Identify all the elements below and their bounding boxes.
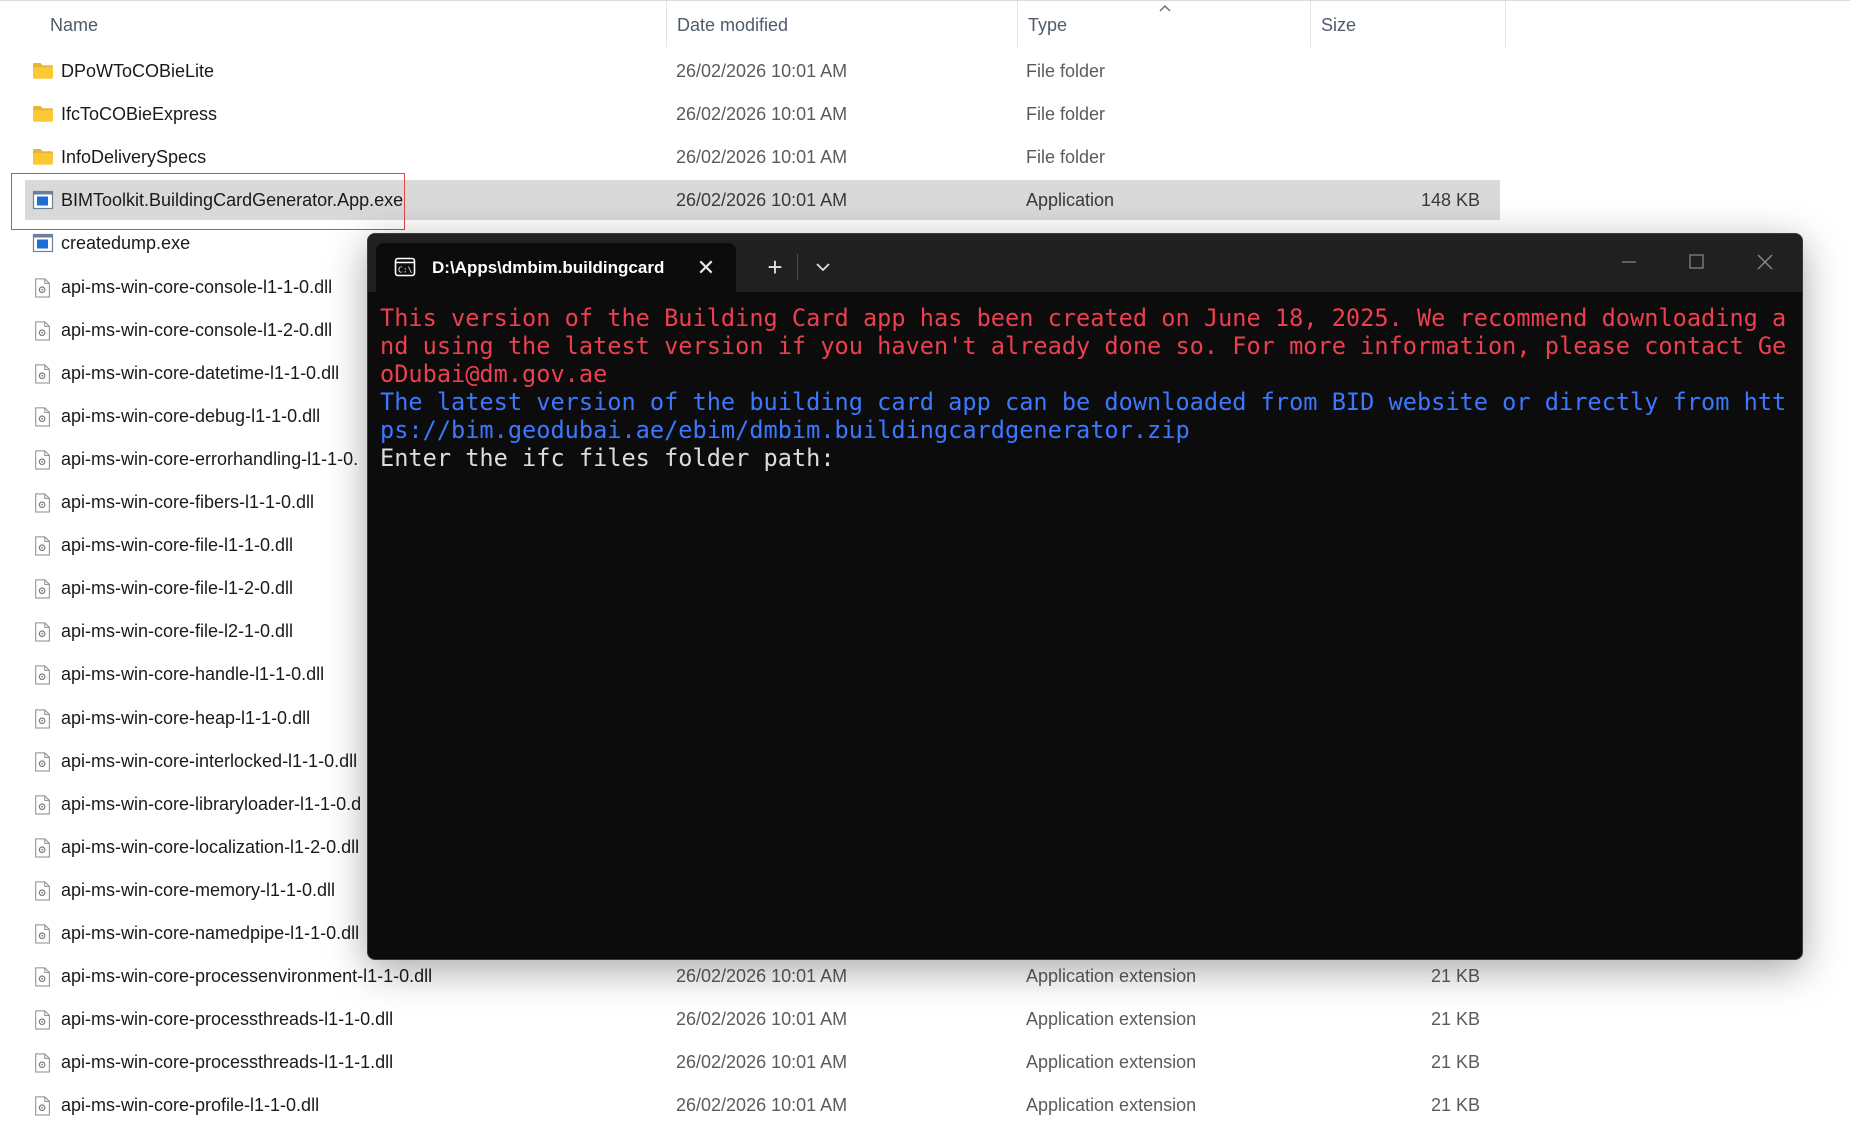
column-header-size[interactable]: Size bbox=[1311, 1, 1506, 47]
file-size bbox=[1235, 94, 1480, 134]
file-name: api-ms-win-core-interlocked-l1-1-0.dll bbox=[61, 751, 358, 771]
file-name: InfoDeliverySpecs bbox=[61, 147, 207, 167]
file-row[interactable]: api-ms-win-core-processthreads-l1-1-0.dl… bbox=[25, 999, 1500, 1039]
file-name: api-ms-win-core-heap-l1-1-0.dll bbox=[61, 708, 311, 728]
file-name: api-ms-win-core-memory-l1-1-0.dll bbox=[61, 880, 336, 900]
terminal-output[interactable]: This version of the Building Card app ha… bbox=[380, 304, 1790, 472]
file-name: api-ms-win-core-namedpipe-l1-1-0.dll bbox=[61, 923, 360, 943]
terminal-titlebar[interactable]: C:\ D:\Apps\dmbim.buildingcard ✕ + bbox=[368, 234, 1802, 292]
file-row[interactable]: DPoWToCOBieLite 26/02/2026 10:01 AM File f… bbox=[25, 51, 1500, 91]
file-name: api-ms-win-core-localization-l1-2-0.dll bbox=[61, 837, 360, 857]
file-name: api-ms-win-core-processenvironment-l1-1-… bbox=[61, 966, 433, 986]
terminal-line: ps://bim.geodubai.ae/ebim/dmbim.building… bbox=[380, 416, 1190, 444]
file-name: api-ms-win-core-file-l1-2-0.dll bbox=[61, 578, 294, 598]
file-name: api-ms-win-core-console-l1-1-0.dll bbox=[61, 277, 333, 297]
file-type: Application extension bbox=[1026, 1095, 1197, 1115]
file-type: Application extension bbox=[1026, 1009, 1197, 1029]
terminal-tab[interactable]: C:\ D:\Apps\dmbim.buildingcard ✕ bbox=[376, 243, 736, 292]
file-name: api-ms-win-core-libraryloader-l1-1-0.d bbox=[61, 794, 362, 814]
column-header-name[interactable]: Name bbox=[40, 1, 667, 47]
file-date-modified: 26/02/2026 10:01 AM bbox=[676, 1009, 848, 1029]
chevron-down-icon[interactable] bbox=[806, 250, 840, 284]
file-date-modified: 26/02/2026 10:01 AM bbox=[676, 1052, 848, 1072]
file-size: 21 KB bbox=[1430, 1095, 1480, 1115]
file-name: api-ms-win-core-file-l2-1-0.dll bbox=[61, 621, 294, 641]
terminal-line: nd using the latest version if you haven… bbox=[380, 332, 1787, 360]
file-row[interactable]: IfcToCOBieExpress 26/02/2026 10:01 AM File… bbox=[25, 94, 1500, 134]
file-type: File folder bbox=[1026, 104, 1106, 124]
terminal-line: Enter the ifc files folder path: bbox=[380, 444, 835, 472]
file-size: 21 KB bbox=[1430, 1009, 1480, 1029]
sort-ascending-icon bbox=[1159, 5, 1171, 12]
file-name: api-ms-win-core-fibers-l1-1-0.dll bbox=[61, 492, 315, 512]
maximize-icon[interactable] bbox=[1662, 234, 1730, 290]
terminal-line: oDubai@dm.gov.ae bbox=[380, 360, 608, 388]
minimize-icon[interactable] bbox=[1594, 234, 1662, 290]
file-name: api-ms-win-core-processthreads-l1-1-1.dl… bbox=[61, 1052, 394, 1072]
file-date-modified: 26/02/2026 10:01 AM bbox=[676, 1095, 848, 1115]
file-name: api-ms-win-core-datetime-l1-1-0.dll bbox=[61, 363, 340, 383]
file-size: 21 KB bbox=[1430, 1052, 1480, 1072]
svg-text:C:\: C:\ bbox=[398, 266, 413, 275]
file-name: api-ms-win-core-profile-l1-1-0.dll bbox=[61, 1095, 320, 1115]
tab-close-button[interactable]: ✕ bbox=[694, 256, 718, 280]
file-name: api-ms-win-core-processthreads-l1-1-0.dl… bbox=[61, 1009, 394, 1029]
file-date-modified: 26/02/2026 10:01 AM bbox=[676, 61, 848, 81]
file-date-modified: 26/02/2026 10:01 AM bbox=[676, 147, 848, 167]
file-date-modified: 26/02/2026 10:01 AM bbox=[676, 190, 848, 210]
column-header-date-modified[interactable]: Date modified bbox=[667, 1, 1018, 47]
file-row[interactable]: api-ms-win-core-profile-l1-1-0.dll 26/02/… bbox=[25, 1085, 1500, 1125]
terminal-tab-title: D:\Apps\dmbim.buildingcard bbox=[432, 258, 665, 277]
file-name: api-ms-win-core-console-l1-2-0.dll bbox=[61, 320, 333, 340]
file-type: File folder bbox=[1026, 147, 1106, 167]
file-name: api-ms-win-core-handle-l1-1-0.dll bbox=[61, 664, 325, 684]
file-type: Application extension bbox=[1026, 1052, 1197, 1072]
file-row[interactable]: InfoDeliverySpecs 26/02/2026 10:01 AM File… bbox=[25, 137, 1500, 177]
file-name: api-ms-win-core-debug-l1-1-0.dll bbox=[61, 406, 321, 426]
file-size bbox=[1235, 51, 1480, 91]
terminal-line: This version of the Building Card app ha… bbox=[380, 304, 1787, 332]
terminal-icon: C:\ bbox=[394, 257, 416, 277]
file-row[interactable]: api-ms-win-core-processenvironment-l1-1-… bbox=[25, 956, 1500, 996]
file-name: IfcToCOBieExpress bbox=[61, 104, 218, 124]
terminal-window[interactable]: C:\ D:\Apps\dmbim.buildingcard ✕ + This … bbox=[367, 233, 1803, 960]
file-type: Application bbox=[1026, 190, 1115, 210]
new-tab-button[interactable]: + bbox=[758, 250, 792, 284]
file-size bbox=[1235, 137, 1480, 177]
file-type: File folder bbox=[1026, 61, 1106, 81]
file-name: api-ms-win-core-file-l1-1-0.dll bbox=[61, 535, 294, 555]
column-header-row: Name Date modified Type Size bbox=[0, 1, 1506, 47]
tab-separator bbox=[797, 254, 798, 280]
file-date-modified: 26/02/2026 10:01 AM bbox=[676, 104, 848, 124]
file-size: 21 KB bbox=[1430, 966, 1480, 986]
file-name: DPoWToCOBieLite bbox=[61, 61, 215, 81]
file-row[interactable]: api-ms-win-core-processthreads-l1-1-1.dl… bbox=[25, 1042, 1500, 1082]
selection-highlight-annotation bbox=[11, 173, 405, 230]
file-name: api-ms-win-core-errorhandling-l1-1-0. bbox=[61, 449, 359, 469]
terminal-line: The latest version of the building card … bbox=[380, 388, 1787, 416]
file-type: Application extension bbox=[1026, 966, 1197, 986]
file-date-modified: 26/02/2026 10:01 AM bbox=[676, 966, 848, 986]
close-icon[interactable] bbox=[1730, 234, 1798, 290]
file-size: 148 KB bbox=[1420, 190, 1480, 210]
